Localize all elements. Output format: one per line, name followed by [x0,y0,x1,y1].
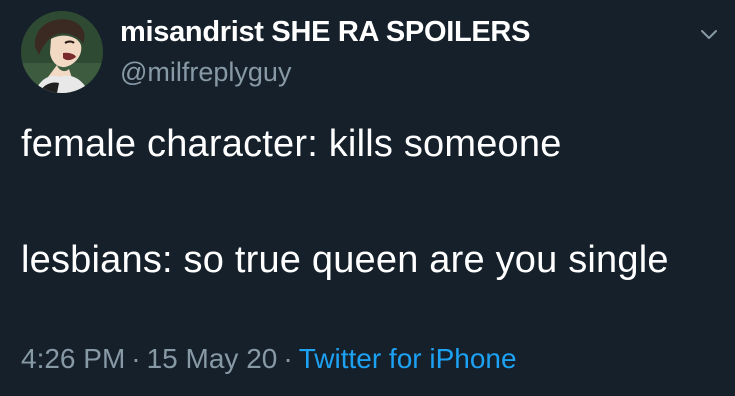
tweet-time[interactable]: 4:26 PM [21,343,125,374]
user-handle[interactable]: @milfreplyguy [120,55,291,89]
tweet-meta: 4:26 PM · 15 May 20 · Twitter for iPhone [21,341,517,377]
tweet-source-link[interactable]: Twitter for iPhone [299,343,517,374]
avatar[interactable] [21,11,103,93]
tweet-date[interactable]: 15 May 20 [147,343,278,374]
chevron-down-icon[interactable] [697,22,721,46]
tweet-text: female character: kills someone lesbians… [21,123,669,281]
display-name[interactable]: misandrist SHE RA SPOILERS [120,14,530,50]
tweet-card: misandrist SHE RA SPOILERS @milfreplyguy… [0,0,735,396]
meta-separator: · [283,343,293,374]
meta-separator: · [131,343,141,374]
avatar-illustration-icon [21,11,103,93]
